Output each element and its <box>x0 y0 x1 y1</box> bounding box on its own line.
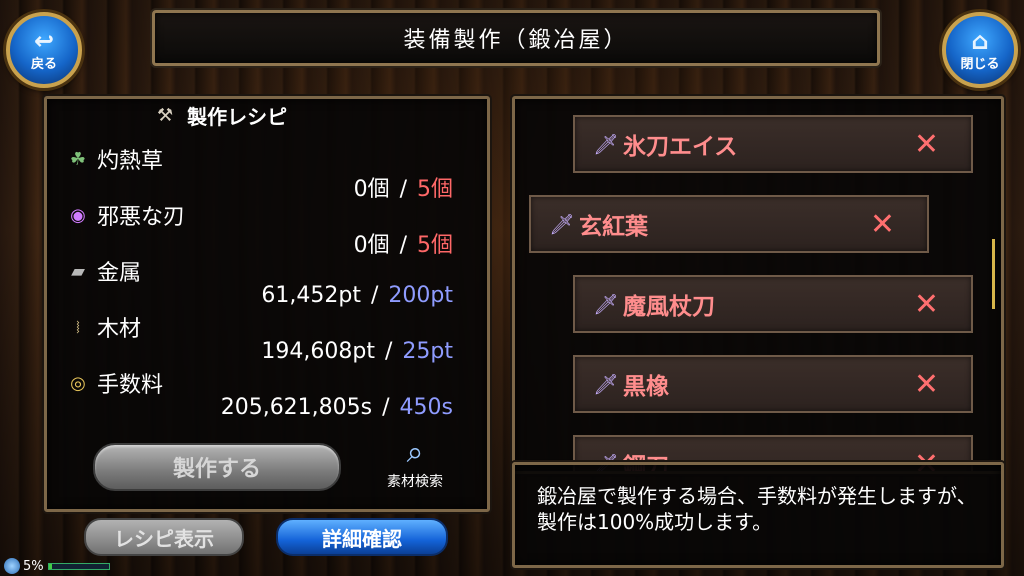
list-item[interactable]: 🗡 氷刀エイス ✕ <box>573 115 973 173</box>
material-name: 灼熱草 <box>97 149 164 174</box>
item-name: 魔風杖刀 <box>623 294 715 320</box>
recipe-view-button[interactable]: レシピ表示 <box>84 518 244 556</box>
back-button[interactable]: ↩ 戻る <box>6 12 82 88</box>
recipe-header: ⚒ 製作レシピ <box>157 101 287 129</box>
message-text: 鍛冶屋で製作する場合、手数料が発生しますが、製作は100%成功します。 <box>537 484 977 534</box>
list-item[interactable]: 🗡 黒橡 ✕ <box>573 355 973 413</box>
material-row: ⧘ 木材 194,608pt / 25pt <box>47 311 487 367</box>
status-progress-bar <box>47 562 110 570</box>
metal-ingot-icon: ▰ <box>71 260 85 282</box>
material-have: 205,621,805s <box>220 395 373 420</box>
list-item[interactable]: 🗡 玄紅葉 ✕ <box>529 195 929 253</box>
sword-icon: 🗡 <box>593 372 619 396</box>
coins-icon: ◎ <box>70 372 86 394</box>
close-icon: ✕ <box>913 366 939 402</box>
magnifier-icon: ⌕ <box>406 435 424 470</box>
material-name: 金属 <box>97 261 142 286</box>
close-icon: ✕ <box>869 206 895 242</box>
item-list-panel[interactable]: 🗡 氷刀エイス ✕ 🗡 玄紅葉 ✕ 🗡 魔風杖刀 ✕ 🗡 黒橡 ✕ 🗡 鋼刀 ✕ <box>512 96 1004 474</box>
list-item[interactable]: 🗡 魔風杖刀 ✕ <box>573 275 973 333</box>
item-name: 黒橡 <box>623 374 669 400</box>
sword-icon: 🗡 <box>593 132 619 156</box>
herb-icon: ☘ <box>69 148 87 170</box>
amount-separator: / <box>382 395 390 420</box>
material-row: ◎ 手数料 205,621,805s / 450s <box>47 367 487 423</box>
message-box: 鍛冶屋で製作する場合、手数料が発生しますが、製作は100%成功します。 <box>512 462 1004 568</box>
status-bar: 5% <box>0 556 110 576</box>
item-name: 氷刀エイス <box>623 134 738 160</box>
status-orb-icon <box>4 558 20 574</box>
material-name: 木材 <box>97 317 142 342</box>
back-label: 戻る <box>30 56 57 72</box>
material-have: 61,452pt <box>261 283 361 308</box>
amount-separator: / <box>370 283 379 308</box>
material-search-label: 素材検索 <box>387 474 443 490</box>
list-scrollbar[interactable] <box>992 239 995 309</box>
close-icon: ✕ <box>913 126 939 162</box>
recipe-panel: ⚒ 製作レシピ ☘ 灼熱草 0個/5個 ◉ 邪悪な刃 0個/5個 ▰ 金属 61,45… <box>44 96 490 512</box>
craft-button[interactable]: 製作する <box>93 443 341 491</box>
close-button[interactable]: ⌂ 閉じる <box>942 12 1018 88</box>
material-row: ◉ 邪悪な刃 0個/5個 <box>47 199 487 259</box>
close-icon: ✕ <box>913 286 939 322</box>
material-need: 200pt <box>388 283 453 308</box>
status-progress-text: 5% <box>23 558 44 574</box>
material-row: ☘ 灼熱草 0個/5個 <box>47 143 487 203</box>
home-icon: ⌂ <box>971 26 989 55</box>
material-have: 194,608pt <box>261 339 375 364</box>
anvil-icon: ⚒ <box>157 104 174 126</box>
material-name: 邪悪な刃 <box>97 205 186 230</box>
close-label: 閉じる <box>960 56 1000 72</box>
material-need: 450s <box>399 395 453 420</box>
wood-icon: ⧘ <box>76 316 80 338</box>
detail-button[interactable]: 詳細確認 <box>276 518 448 556</box>
return-arrow-icon: ↩ <box>33 26 55 55</box>
orb-icon: ◉ <box>70 204 86 226</box>
material-row: ▰ 金属 61,452pt / 200pt <box>47 255 487 311</box>
sword-icon: 🗡 <box>593 292 619 316</box>
material-name: 手数料 <box>97 373 164 398</box>
material-need: 25pt <box>402 339 453 364</box>
recipe-title: 製作レシピ <box>187 104 288 129</box>
material-search-button[interactable]: ⌕ 素材検索 <box>365 435 465 499</box>
amount-separator: / <box>384 339 393 364</box>
item-name: 玄紅葉 <box>579 214 648 240</box>
sword-icon: 🗡 <box>549 212 575 236</box>
page-title: 装備製作（鍛冶屋） <box>152 10 880 66</box>
